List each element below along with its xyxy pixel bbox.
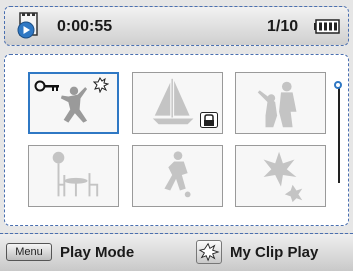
thumbnail-father-child[interactable] — [235, 72, 326, 134]
my-clip-play-label[interactable]: My Clip Play — [230, 244, 318, 261]
thumbnail-dancer[interactable] — [28, 72, 119, 134]
thumbnail-soccer[interactable] — [132, 145, 223, 207]
play-mode-label[interactable]: Play Mode — [60, 244, 134, 261]
video-playback-icon — [17, 12, 38, 39]
playback-screen: 0:00:55 1/10 Menu Play Mode My Clip Play — [0, 0, 353, 271]
menu-button[interactable]: Menu — [6, 243, 52, 261]
cafe-table-silhouette — [52, 151, 99, 197]
elapsed-time: 0:00:55 — [57, 18, 113, 35]
thumbnail-grid — [4, 54, 349, 226]
my-clip-icon — [93, 77, 109, 93]
footer-bar: Menu Play Mode My Clip Play — [0, 233, 353, 271]
thumbnail-flower[interactable] — [235, 145, 326, 207]
scrollbar-knob[interactable] — [334, 81, 342, 89]
thumbnail-cafe[interactable] — [28, 145, 119, 207]
lock-icon — [200, 112, 218, 128]
file-counter: 1/10 — [267, 18, 299, 35]
my-clip-play-icon[interactable] — [196, 240, 222, 264]
battery-full-icon — [314, 19, 340, 34]
soccer-player-silhouette — [164, 151, 191, 198]
flower-silhouette — [263, 151, 303, 203]
header-bar: 0:00:55 1/10 — [4, 6, 349, 46]
father-and-child-silhouette — [257, 81, 297, 128]
protect-key-icon — [34, 80, 59, 92]
scrollbar-track[interactable] — [338, 85, 340, 183]
thumbnail-sailboat[interactable] — [132, 72, 223, 134]
